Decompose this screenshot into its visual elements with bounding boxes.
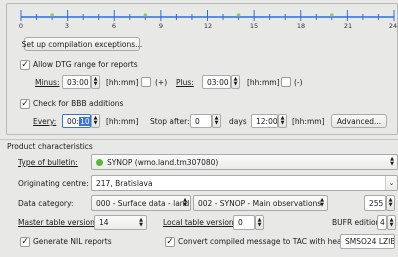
minus-time-field[interactable]: 03:00 (62, 75, 91, 89)
tick-label: 9 (158, 22, 164, 30)
tick-label: 12 (203, 22, 213, 30)
stop-time-spinner[interactable]: ▲ ▼ (278, 114, 287, 128)
spin-down-icon: ▼ (233, 81, 238, 87)
category-number-field[interactable]: 255 (364, 195, 386, 211)
minus-sign-checkbox[interactable] (141, 77, 151, 87)
master-table-value: 14 (99, 218, 109, 227)
minus-unit-label: [hh:mm] (106, 78, 139, 87)
originating-centre-value: 217, Bratislava (96, 178, 153, 188)
timeline-marker (236, 13, 241, 17)
bulletin-status-icon (96, 158, 103, 166)
timeline-marker (143, 13, 148, 17)
plus-time-value: 03:00 (207, 77, 229, 87)
data-category-select[interactable]: 000 - Surface data - land ▲ ▼ (91, 195, 191, 211)
bufr-edition-label: BUFR edition: (332, 218, 383, 227)
every-unit-label: [hh:mm] (106, 117, 139, 126)
stop-after-label: Stop after: (150, 117, 190, 126)
stop-days-value: 0 (195, 116, 200, 126)
product-section-title: Product characteristics (7, 142, 93, 151)
advanced-button[interactable]: Advanced... (331, 114, 387, 128)
bbb-additions-checkbox[interactable]: ✓ (20, 99, 30, 109)
originating-centre-combo[interactable]: 217, Bratislava ⌄ (91, 175, 398, 191)
bufr-edition-field[interactable]: 4 (377, 215, 387, 230)
plus-label: Plus: (176, 78, 194, 87)
compilation-exceptions-button[interactable]: Set up compilation exceptions... (21, 37, 143, 51)
originating-centre-label: Originating centre: (18, 179, 89, 188)
updown-arrow-icon: ▲ ▼ (390, 156, 394, 167)
tick-label: 6 (111, 22, 117, 30)
minus-time-spinner[interactable]: ▲ ▼ (91, 75, 100, 89)
stop-days-spinner[interactable]: ▲ ▼ (212, 114, 221, 128)
days-label: days (229, 117, 247, 126)
bulletin-type-label: Type of bulletin: (18, 158, 78, 167)
plus-time-spinner[interactable]: ▲ ▼ (231, 75, 240, 89)
bulletin-type-value: SYNOP (wmo.land.tm307080) (107, 157, 219, 167)
stop-days-field[interactable]: 0 (190, 114, 212, 128)
data-category-value: 000 - Surface data - land (96, 198, 190, 208)
plus-sign-checkbox[interactable] (281, 77, 291, 87)
tac-heading-field[interactable]: SMSO24 LZIB (340, 234, 395, 249)
stop-unit-label: [hh:mm] (292, 117, 325, 126)
tick-label: 3 (64, 22, 70, 30)
updown-arrow-icon: ▲ ▼ (320, 197, 324, 208)
tac-heading-value: SMSO24 LZIB (345, 237, 395, 246)
convert-tac-label: Convert compiled message to TAC with hea… (178, 237, 361, 246)
bufr-edition-spinner[interactable]: ▲ ▼ (387, 215, 396, 230)
tick-label: 24 (388, 22, 398, 30)
spin-down-icon: ▼ (93, 81, 98, 87)
minus-sign-label: (+) (155, 78, 168, 87)
bufr-edition-value: 4 (380, 218, 385, 227)
generate-nil-checkbox[interactable]: ✓ (20, 237, 30, 247)
stop-time-field[interactable]: 12:00 (251, 114, 278, 128)
tick-label: 15 (249, 22, 259, 30)
minus-label: Minus: (35, 78, 60, 87)
every-time-prefix: 00: (67, 116, 80, 126)
stop-time-value: 12:00 (256, 116, 278, 126)
every-time-field[interactable]: 00: 10 (62, 114, 91, 128)
spin-down-icon: ▼ (280, 120, 285, 126)
plus-unit-label: [hh:mm] (247, 78, 280, 87)
updown-arrow-icon: ▲ ▼ (183, 197, 187, 208)
tick-label: 0 (18, 22, 24, 30)
dtg-range-checkbox[interactable]: ✓ (20, 60, 30, 70)
chevron-down-icon[interactable]: ⌄ (385, 176, 397, 190)
compilation-exceptions-label: Set up compilation exceptions... (21, 39, 143, 49)
spin-down-icon: ▼ (388, 202, 393, 208)
every-time-selection: 10 (79, 116, 90, 126)
local-table-value: 0 (238, 218, 243, 227)
data-category-label: Data category: (18, 199, 74, 208)
updown-arrow-icon: ▲ ▼ (139, 216, 143, 228)
dtg-range-label: Allow DTG range for reports (33, 60, 138, 69)
every-label: Every: (33, 117, 57, 126)
tick-label: 21 (343, 22, 353, 30)
tick-label: 18 (296, 22, 306, 30)
minus-time-value: 03:00 (67, 77, 89, 87)
local-table-label: Local table version: (163, 218, 237, 227)
plus-time-field[interactable]: 03:00 (202, 75, 231, 89)
bbb-additions-label: Check for BBB additions (33, 99, 124, 108)
bulletin-type-select[interactable]: SYNOP (wmo.land.tm307080) ▲ ▼ (91, 154, 398, 170)
advanced-label: Advanced... (336, 116, 382, 126)
category-number-value: 255 (369, 198, 384, 208)
spin-down-icon: ▼ (93, 120, 98, 126)
local-table-field[interactable]: 0 (233, 215, 255, 230)
master-table-select[interactable]: 14 ▲ ▼ (94, 215, 147, 230)
convert-tac-checkbox[interactable]: ✓ (165, 237, 175, 247)
every-time-spinner[interactable]: ▲ ▼ (91, 114, 100, 128)
data-subcategory-value: 002 - SYNOP - Main observations (198, 198, 322, 208)
timeline-marker (50, 13, 54, 17)
timeline-ruler (20, 10, 395, 21)
master-table-label: Master table version: (18, 218, 98, 227)
plus-sign-label: (-) (294, 78, 303, 87)
category-number-spinner[interactable]: ▲ ▼ (386, 195, 395, 211)
spin-down-icon: ▼ (389, 221, 394, 228)
spin-down-icon: ▼ (257, 221, 262, 228)
local-table-spinner[interactable]: ▲ ▼ (255, 215, 264, 230)
generate-nil-label: Generate NIL reports (33, 237, 112, 246)
section-divider (0, 139, 398, 140)
timeline-marker (330, 13, 334, 17)
data-subcategory-select[interactable]: 002 - SYNOP - Main observations ▲ ▼ (193, 195, 328, 211)
spin-down-icon: ▼ (214, 120, 219, 126)
